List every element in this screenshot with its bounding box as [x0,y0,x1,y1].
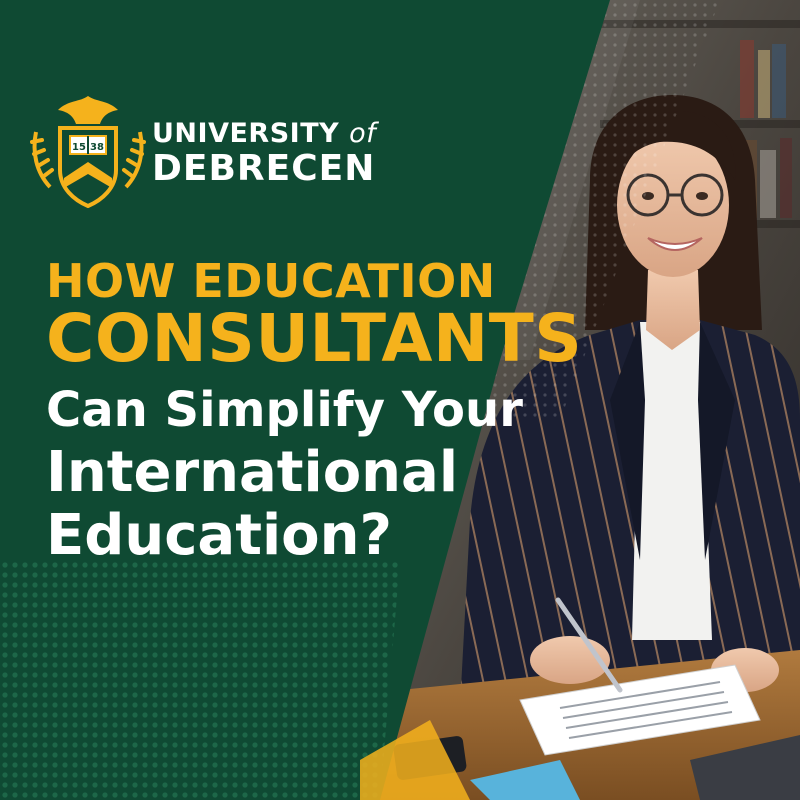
of-word: of [349,118,377,149]
university-word: UNIVERSITY [152,118,340,149]
headline-line4: International [46,440,459,505]
headline-line5: Education? [46,503,392,568]
svg-text:38: 38 [90,142,104,153]
headline-line2: CONSULTANTS [46,300,583,377]
university-crest-icon: 15 38 [30,96,146,209]
promo-banner: 15 38 UNIVERSITY of DEBRECEN HOW EDUCATI… [0,0,800,800]
university-name-line1: UNIVERSITY of [152,118,376,149]
university-name-line2: DEBRECEN [152,148,376,189]
svg-text:15: 15 [72,142,86,153]
headline-line3: Can Simplify Your [46,382,523,438]
